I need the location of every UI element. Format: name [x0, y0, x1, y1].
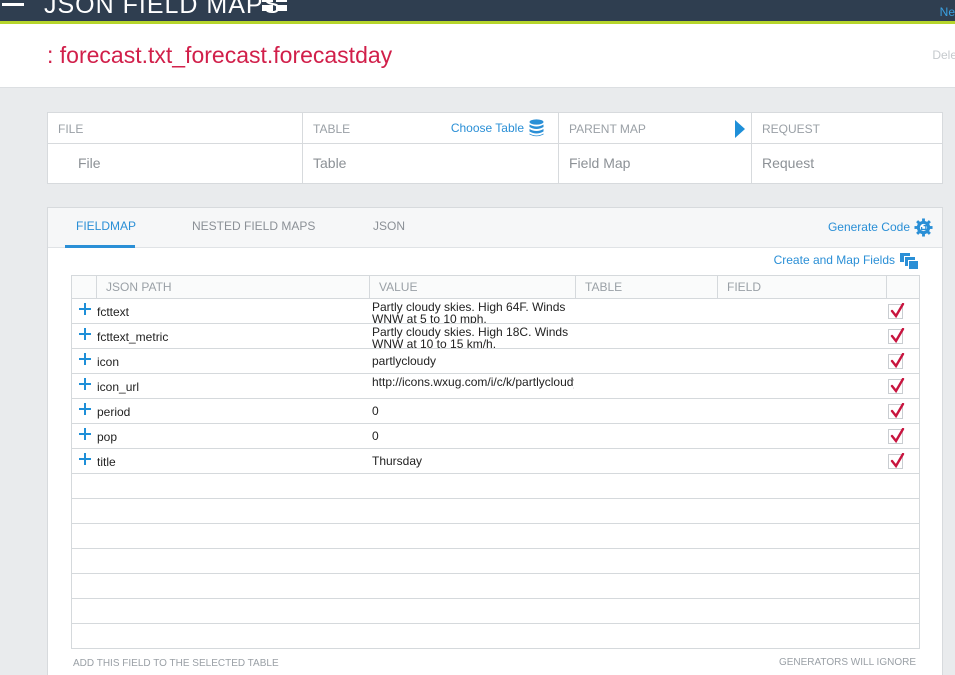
map-info-table: FILE File TABLE Choose Table Table PAREN… [47, 112, 943, 184]
top-bar: JSON FIELD MAPS Ne [0, 0, 955, 21]
table-row: title Thursday [72, 449, 919, 474]
grid-header-spacer [72, 276, 97, 298]
checkmark-icon [890, 403, 905, 419]
database-icon[interactable] [529, 119, 544, 137]
value-cell: Partly cloudy skies. High 18C. Winds WNW… [372, 326, 569, 348]
value-cell: http://icons.wxug.com/i/c/k/partlycloudy… [372, 376, 574, 389]
choose-table-link[interactable]: Choose Table [451, 121, 524, 135]
checkmark-icon [890, 428, 905, 444]
ignore-checkbox[interactable] [888, 378, 905, 394]
hamburger-menu-icon[interactable] [2, 0, 24, 9]
json-path-cell: icon_url [97, 380, 140, 394]
table-header-cell: TABLE Choose Table [303, 113, 558, 144]
grid-body: fcttext Partly cloudy skies. High 64F. Wi… [72, 299, 919, 648]
generators-ignore-label: GENERATORS WILL IGNORE [778, 657, 916, 668]
active-tab-indicator [65, 245, 135, 248]
request-header: REQUEST [752, 113, 942, 144]
field-map-panel: FIELDMAP NESTED FIELD MAPS JSON Generate… [47, 207, 943, 675]
grid-header-value: VALUE [370, 276, 576, 298]
add-field-plus-icon[interactable] [79, 328, 91, 340]
request-column: REQUEST Request [752, 113, 942, 183]
ignore-checkbox[interactable] [888, 403, 905, 419]
table-header: TABLE [313, 122, 351, 136]
grid-header-row: JSON PATH VALUE TABLE FIELD [72, 276, 919, 299]
json-path-cell: icon [97, 355, 120, 369]
table-row [72, 574, 919, 599]
field-grid: JSON PATH VALUE TABLE FIELD fcttext Partl… [71, 275, 920, 649]
json-path-cell: period [97, 405, 131, 419]
json-path-cell: fcttext_metric [97, 330, 169, 344]
new-link[interactable]: Ne [940, 5, 955, 19]
table-row: icon_url http://icons.wxug.com/i/c/k/part… [72, 374, 919, 399]
table-row [72, 624, 919, 648]
checkmark-icon [890, 328, 905, 344]
json-path-cell: pop [97, 430, 118, 444]
value-cell: Partly cloudy skies. High 64F. Winds WNW… [372, 301, 566, 323]
table-row [72, 599, 919, 624]
app-title: JSON FIELD MAPS [44, 0, 282, 19]
checkmark-icon [890, 353, 905, 369]
gear-icon[interactable] [914, 218, 933, 237]
parent-map-column: PARENT MAP Field Map [559, 113, 752, 183]
tab-json[interactable]: JSON [373, 219, 405, 233]
copy-icon[interactable] [900, 253, 918, 269]
ignore-checkbox[interactable] [888, 303, 905, 319]
checkmark-icon [890, 453, 905, 469]
table-row: icon partlycloudy [72, 349, 919, 374]
checkmark-icon [890, 303, 905, 319]
ignore-checkbox[interactable] [888, 453, 905, 469]
table-row [72, 549, 919, 574]
file-header: FILE [48, 113, 302, 144]
add-field-plus-icon[interactable] [79, 378, 91, 390]
json-path-cell: fcttext [97, 305, 130, 319]
grid-header-field: FIELD [718, 276, 887, 298]
ignore-checkbox[interactable] [888, 353, 905, 369]
ignore-checkbox[interactable] [888, 428, 905, 444]
table-row: fcttext_metric Partly cloudy skies. High … [72, 324, 919, 349]
ignore-checkbox[interactable] [888, 328, 905, 344]
page-title: : forecast.txt_forecast.forecastday [47, 42, 393, 68]
delete-link[interactable]: Dele [932, 48, 955, 62]
add-field-plus-icon[interactable] [79, 353, 91, 365]
table-row: period 0 [72, 399, 919, 424]
request-value[interactable]: Request [752, 144, 942, 171]
file-value[interactable]: File [48, 144, 302, 171]
grid-view-icon[interactable] [262, 0, 287, 12]
play-arrow-icon[interactable] [735, 120, 745, 138]
checkmark-icon [890, 378, 905, 394]
parent-map-value[interactable]: Field Map [559, 144, 751, 171]
generate-code-button[interactable]: Generate Code [828, 220, 910, 234]
grid-header-table: TABLE [576, 276, 718, 298]
tab-fieldmap[interactable]: FIELDMAP [76, 219, 136, 233]
table-row [72, 499, 919, 524]
table-value[interactable]: Table [303, 144, 558, 171]
parent-map-header: PARENT MAP [569, 122, 646, 136]
table-row: pop 0 [72, 424, 919, 449]
add-field-plus-icon[interactable] [79, 403, 91, 415]
create-and-map-fields-button[interactable]: Create and Map Fields [774, 253, 895, 267]
add-field-plus-icon[interactable] [79, 453, 91, 465]
tab-bar: FIELDMAP NESTED FIELD MAPS JSON Generate… [48, 208, 942, 248]
json-path-cell: title [97, 455, 116, 469]
table-row [72, 524, 919, 549]
add-field-plus-icon[interactable] [79, 303, 91, 315]
tab-nested-field-maps[interactable]: NESTED FIELD MAPS [192, 219, 315, 233]
table-row: fcttext Partly cloudy skies. High 64F. Wi… [72, 299, 919, 324]
grid-header-json-path: JSON PATH [97, 276, 370, 298]
add-field-hint: ADD THIS FIELD TO THE SELECTED TABLE [73, 658, 279, 669]
table-row [72, 474, 919, 499]
add-field-plus-icon[interactable] [79, 428, 91, 440]
table-column: TABLE Choose Table Table [303, 113, 559, 183]
page-header: : forecast.txt_forecast.forecastday Dele [0, 24, 955, 88]
parent-map-header-cell: PARENT MAP [559, 113, 751, 144]
file-column: FILE File [48, 113, 303, 183]
